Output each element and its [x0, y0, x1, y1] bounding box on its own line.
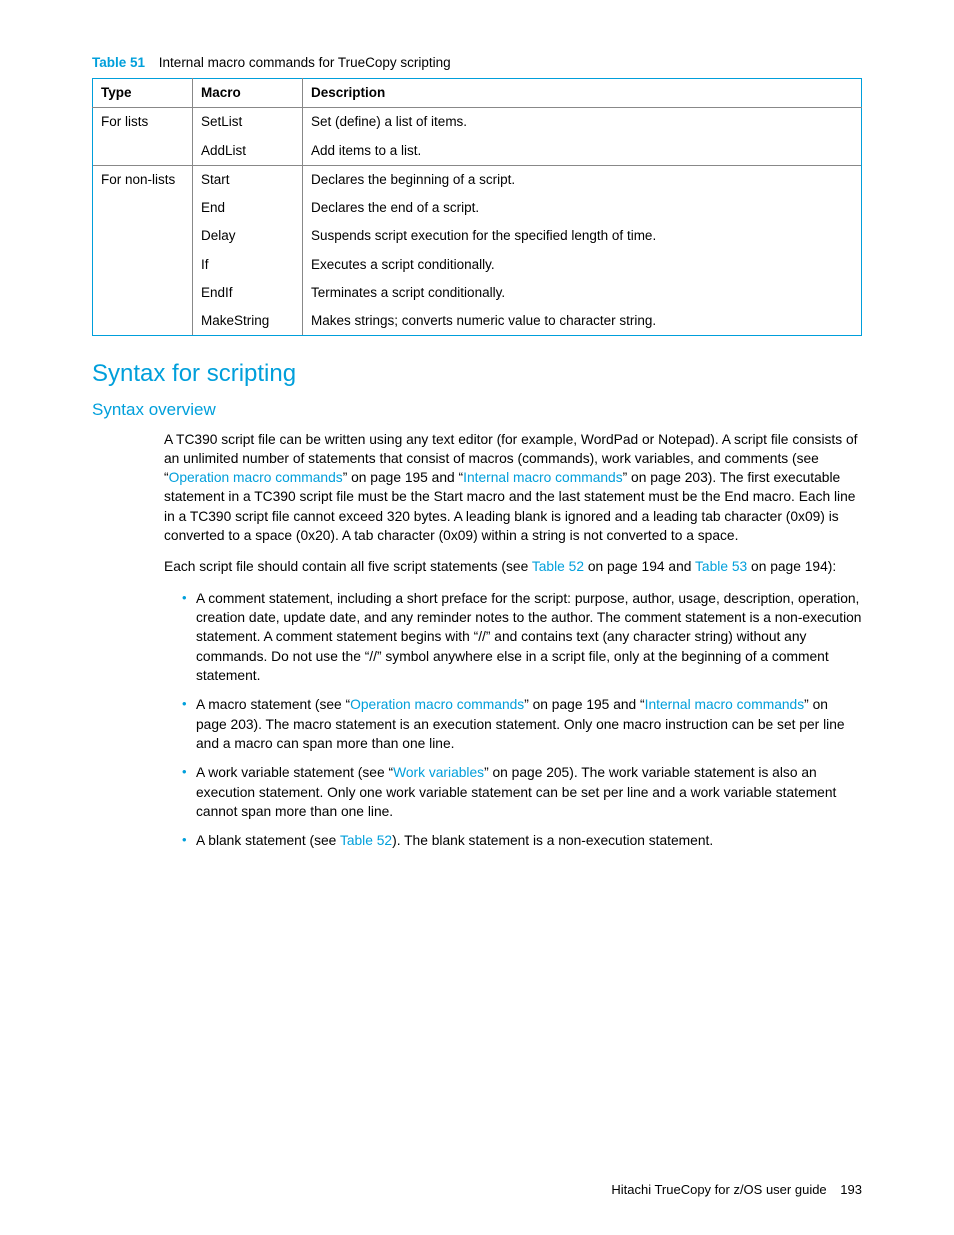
link-table-52[interactable]: Table 52 [340, 833, 392, 848]
body-text: A TC390 script file can be written using… [164, 430, 862, 851]
link-work-variables[interactable]: Work variables [393, 765, 484, 780]
link-internal-macro[interactable]: Internal macro commands [463, 470, 623, 485]
cell-macro: End [193, 194, 303, 222]
th-desc: Description [303, 79, 862, 108]
th-macro: Macro [193, 79, 303, 108]
cell-type: For non-lists [93, 165, 193, 194]
cell-macro: If [193, 251, 303, 279]
cell-desc: Executes a script conditionally. [303, 251, 862, 279]
cell-desc: Declares the beginning of a script. [303, 165, 862, 194]
list-item: A blank statement (see Table 52). The bl… [182, 831, 862, 850]
link-table-52[interactable]: Table 52 [532, 559, 584, 574]
table-number: Table 51 [92, 55, 145, 70]
paragraph: A TC390 script file can be written using… [164, 430, 862, 546]
page-footer: Hitachi TrueCopy for z/OS user guide 193 [611, 1181, 862, 1199]
cell-desc: Set (define) a list of items. [303, 108, 862, 137]
cell-type-empty [93, 222, 193, 250]
cell-type: For lists [93, 108, 193, 137]
th-type: Type [93, 79, 193, 108]
cell-type-empty [93, 251, 193, 279]
cell-desc: Makes strings; converts numeric value to… [303, 307, 862, 336]
cell-desc: Terminates a script conditionally. [303, 279, 862, 307]
link-internal-macro[interactable]: Internal macro commands [645, 697, 805, 712]
cell-macro: Start [193, 165, 303, 194]
footer-title: Hitachi TrueCopy for z/OS user guide [611, 1182, 826, 1197]
subsection-heading: Syntax overview [92, 399, 862, 422]
cell-macro: SetList [193, 108, 303, 137]
cell-desc: Suspends script execution for the specif… [303, 222, 862, 250]
table-title: Internal macro commands for TrueCopy scr… [159, 55, 451, 70]
cell-desc: Add items to a list. [303, 137, 862, 166]
link-table-53[interactable]: Table 53 [695, 559, 747, 574]
cell-macro: AddList [193, 137, 303, 166]
section-heading: Syntax for scripting [92, 358, 862, 390]
cell-type-empty [93, 194, 193, 222]
cell-macro: MakeString [193, 307, 303, 336]
cell-type-empty [93, 307, 193, 336]
table-caption: Table 51 Internal macro commands for Tru… [92, 54, 862, 72]
cell-macro: Delay [193, 222, 303, 250]
cell-macro: EndIf [193, 279, 303, 307]
page-number: 193 [840, 1182, 862, 1197]
cell-desc: Declares the end of a script. [303, 194, 862, 222]
link-operation-macro[interactable]: Operation macro commands [169, 470, 343, 485]
paragraph: Each script file should contain all five… [164, 557, 862, 576]
list-item: A comment statement, including a short p… [182, 589, 862, 686]
link-operation-macro[interactable]: Operation macro commands [350, 697, 524, 712]
list-item: A work variable statement (see “Work var… [182, 763, 862, 821]
bullet-list: A comment statement, including a short p… [164, 589, 862, 851]
macro-table: Type Macro Description For lists SetList… [92, 78, 862, 336]
cell-type-empty [93, 137, 193, 166]
list-item: A macro statement (see “Operation macro … [182, 695, 862, 753]
cell-type-empty [93, 279, 193, 307]
